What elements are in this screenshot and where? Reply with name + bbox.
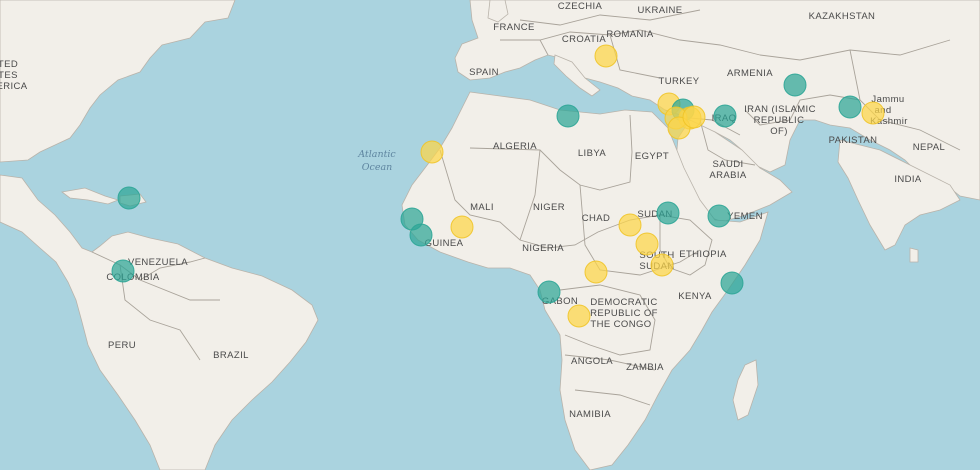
- label-drc-2: REPUBLIC OF: [590, 308, 658, 319]
- map-canvas[interactable]: Atlantic Ocean CZECHIA UKRAINE KAZAKHSTA…: [0, 0, 980, 470]
- map-marker-south-sudan-1[interactable]: [635, 232, 659, 256]
- label-iran-2: REPUBLIC: [754, 115, 805, 126]
- label-kenya: KENYA: [678, 291, 712, 302]
- label-spain: SPAIN: [469, 67, 499, 78]
- label-saudi-1: SAUDI: [712, 159, 743, 170]
- label-angola: ANGOLA: [571, 356, 613, 367]
- map-marker-guinea-bissau[interactable]: [409, 223, 433, 247]
- label-nepal: NEPAL: [913, 142, 945, 153]
- map-marker-south-sudan-2[interactable]: [650, 253, 674, 277]
- label-saudi-2: ARABIA: [709, 170, 747, 181]
- ocean-label-atlantic: Atlantic: [357, 149, 396, 160]
- map-marker-gabon[interactable]: [537, 280, 561, 304]
- map-marker-sudan[interactable]: [656, 201, 680, 225]
- label-drc-3: THE CONGO: [590, 319, 651, 330]
- map-marker-colombia[interactable]: [111, 259, 135, 283]
- label-kazakhstan: KAZAKHSTAN: [809, 11, 876, 22]
- label-usa-3: ERICA: [0, 81, 28, 92]
- label-algeria: ALGERIA: [493, 141, 537, 152]
- label-iran-1: IRAN (ISLAMIC: [744, 104, 816, 115]
- label-usa-1: TED: [0, 59, 18, 70]
- label-libya: LIBYA: [578, 148, 606, 159]
- ocean-labels: Atlantic Ocean: [357, 149, 396, 173]
- label-iran-3: OF): [770, 126, 788, 137]
- north-america-landmass: [0, 0, 236, 163]
- label-egypt: EGYPT: [635, 151, 669, 162]
- label-zambia: ZAMBIA: [626, 362, 664, 373]
- label-armenia: ARMENIA: [727, 68, 773, 79]
- label-drc-1: DEMOCRATIC: [590, 297, 657, 308]
- label-ethiopia: ETHIOPIA: [679, 249, 727, 260]
- map-marker-afghanistan[interactable]: [838, 95, 862, 119]
- central-america-landmass: [0, 174, 319, 470]
- label-czechia: CZECHIA: [558, 1, 603, 12]
- label-brazil: BRAZIL: [213, 350, 249, 361]
- map-marker-mali-south[interactable]: [450, 215, 474, 239]
- label-india: INDIA: [894, 174, 922, 185]
- map-marker-iraq[interactable]: [713, 104, 737, 128]
- madagascar-landmass: [732, 359, 759, 421]
- label-chad: CHAD: [582, 213, 611, 224]
- label-nigeria: NIGERIA: [522, 243, 564, 254]
- map-marker-djibouti[interactable]: [707, 204, 731, 228]
- label-romania: ROMANIA: [606, 29, 653, 40]
- map-marker-somalia[interactable]: [720, 271, 744, 295]
- map-marker-kashmir[interactable]: [861, 101, 885, 125]
- map-marker-libya[interactable]: [556, 104, 580, 128]
- cuba-landmass: [61, 187, 120, 205]
- label-pakistan: PAKISTAN: [829, 135, 878, 146]
- map-marker-iraq-2[interactable]: [682, 105, 706, 129]
- ocean-label-ocean: Ocean: [362, 162, 393, 173]
- label-usa-2: TES: [0, 70, 18, 81]
- label-turkey: TURKEY: [659, 76, 700, 87]
- label-ukraine: UKRAINE: [637, 5, 682, 16]
- label-niger: NIGER: [533, 202, 565, 213]
- map-marker-turkmenistan[interactable]: [783, 73, 807, 97]
- label-france: FRANCE: [493, 22, 534, 33]
- map-marker-haiti[interactable]: [117, 186, 141, 210]
- map-marker-congo[interactable]: [567, 304, 591, 328]
- map-marker-chad-east[interactable]: [618, 213, 642, 237]
- map-svg: Atlantic Ocean CZECHIA UKRAINE KAZAKHSTA…: [0, 0, 980, 470]
- label-croatia: CROATIA: [562, 34, 607, 45]
- label-peru: PERU: [108, 340, 136, 351]
- map-marker-car[interactable]: [584, 260, 608, 284]
- label-mali: MALI: [470, 202, 494, 213]
- label-venezuela: VENEZUELA: [128, 257, 188, 268]
- sri-lanka-landmass: [909, 247, 919, 263]
- label-yemen: YEMEN: [727, 211, 763, 222]
- label-namibia: NAMIBIA: [569, 409, 611, 420]
- map-marker-western-sahara[interactable]: [420, 140, 444, 164]
- map-marker-romania[interactable]: [594, 44, 618, 68]
